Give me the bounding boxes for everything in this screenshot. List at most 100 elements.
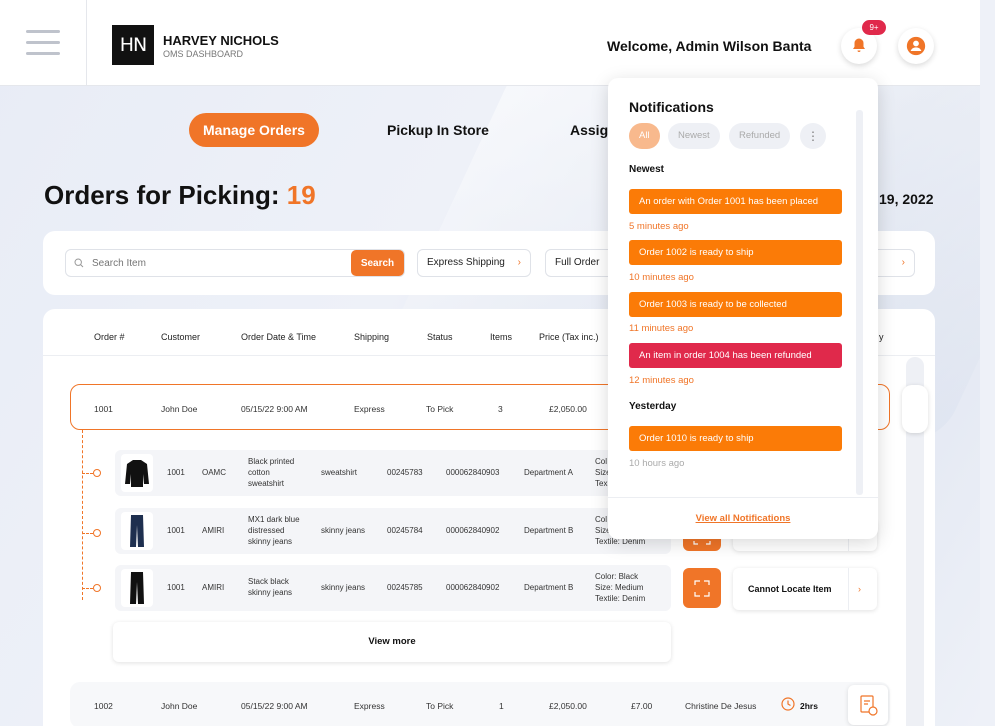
view-more-button[interactable]: View more: [113, 622, 671, 662]
cannot-locate-button[interactable]: Cannot Locate Item ›: [733, 568, 877, 610]
pick-task-button[interactable]: [848, 685, 888, 725]
brand-logo[interactable]: HN: [112, 25, 154, 65]
notif-filter-refunded[interactable]: Refunded: [729, 123, 791, 149]
order-item-row[interactable]: 1001 OAMC Black printed cotton sweatshir…: [115, 450, 671, 496]
chevron-right-icon: ›: [517, 257, 521, 268]
tree-connector: [82, 430, 83, 600]
item-department: Department A: [524, 468, 573, 477]
user-profile-button[interactable]: [898, 28, 934, 64]
user-icon: [906, 36, 926, 56]
item-name-line: sweatshirt: [248, 479, 285, 488]
notification-item[interactable]: An order with Order 1001 has been placed: [629, 189, 842, 214]
column-header: Shipping: [354, 332, 390, 342]
chevron-right-icon[interactable]: ›: [858, 568, 861, 610]
item-sku: 00245783: [387, 468, 423, 477]
more-options-icon[interactable]: ⋮: [800, 123, 826, 149]
item-attribute: Tex: [595, 479, 608, 488]
cannot-locate-label: Cannot Locate Item: [748, 584, 832, 594]
item-sku: 00245785: [387, 583, 423, 592]
item-name-line: Stack black: [248, 577, 289, 586]
order-item-row[interactable]: 1001 AMIRI Stack black skinny jeans skin…: [115, 565, 671, 611]
search-icon: [74, 258, 84, 268]
order-date: 05/15/22 9:00 AM: [241, 701, 308, 711]
item-order-id: 1001: [167, 526, 185, 535]
brand-name: HARVEY NICHOLS: [163, 33, 279, 48]
page: HN HARVEY NICHOLS OMS DASHBOARD Welcome,…: [0, 0, 980, 726]
item-barcode: 000062840902: [446, 526, 500, 535]
item-brand: AMIRI: [202, 583, 225, 592]
item-type: skinny jeans: [321, 526, 366, 535]
search-button[interactable]: Search: [351, 250, 404, 276]
item-type: sweatshirt: [321, 468, 358, 477]
tab-assign[interactable]: Assig: [570, 113, 608, 147]
item-name-line: skinny jeans: [248, 588, 293, 597]
welcome-text: Welcome, Admin Wilson Banta: [607, 38, 812, 54]
notification-item[interactable]: An item in order 1004 has been refunded: [629, 343, 842, 368]
column-header: Order Date & Time: [241, 332, 317, 342]
notification-count-badge: 9+: [862, 20, 886, 35]
notifications-panel: Notifications All Newest Refunded ⋮ Newe…: [608, 78, 878, 539]
notification-time: 11 minutes ago: [629, 323, 694, 334]
shipping-filter-value: Express Shipping: [427, 257, 505, 268]
item-attribute: Col: [595, 457, 608, 466]
tab-manage-orders[interactable]: Manage Orders: [189, 113, 319, 147]
tree-connector: [82, 588, 93, 589]
section-label-yesterday: Yesterday: [629, 401, 677, 412]
column-header: y: [879, 332, 884, 342]
order-type-filter-select[interactable]: Full Order: [545, 249, 615, 277]
column-header: Price (Tax inc.): [539, 332, 599, 342]
scan-button[interactable]: [683, 568, 721, 608]
table-scrollbar[interactable]: [902, 357, 928, 726]
item-name-line: distressed: [248, 526, 285, 535]
hamburger-menu-icon[interactable]: [26, 30, 60, 58]
scrollbar-thumb[interactable]: [902, 385, 928, 433]
notification-item[interactable]: Order 1002 is ready to ship: [629, 240, 842, 265]
order-status: To Pick: [426, 701, 454, 711]
notification-time: 10 hours ago: [629, 458, 685, 469]
order-price: £2,050.00: [549, 404, 587, 414]
assignee-name: Christine De Jesus: [685, 701, 757, 711]
clipboard-clock-icon: [860, 695, 878, 716]
item-brand: AMIRI: [202, 526, 225, 535]
scan-icon: [694, 580, 710, 597]
date-label: 19, 2022: [879, 191, 934, 207]
page-title-text: Orders for Picking:: [44, 180, 287, 210]
search-input[interactable]: [92, 254, 342, 272]
item-name-line: Black printed: [248, 457, 295, 466]
item-department: Department B: [524, 583, 574, 592]
item-barcode: 000062840902: [446, 583, 500, 592]
notification-time: 12 minutes ago: [629, 375, 694, 386]
notification-item[interactable]: Order 1010 is ready to ship: [629, 426, 842, 451]
order-item-row[interactable]: 1001 AMIRI MX1 dark blue distressed skin…: [115, 508, 671, 554]
item-name-line: cotton: [248, 468, 270, 477]
table-row[interactable]: 1002 John Doe 05/15/22 9:00 AM Express T…: [70, 682, 890, 726]
clock-icon: [781, 697, 795, 711]
chevron-right-icon: ›: [901, 257, 905, 268]
notif-filter-newest[interactable]: Newest: [668, 123, 720, 149]
order-date: 05/15/22 9:00 AM: [241, 404, 308, 414]
shipping-filter-select[interactable]: Express Shipping ›: [417, 249, 531, 277]
order-price: £2,050.00: [549, 701, 587, 711]
item-attribute: Col: [595, 515, 608, 524]
notif-filter-all[interactable]: All: [629, 123, 660, 149]
tree-node: [93, 584, 101, 592]
bell-icon: [853, 38, 865, 52]
header-divider: [86, 0, 87, 86]
item-type: skinny jeans: [321, 583, 366, 592]
item-barcode: 000062840903: [446, 468, 500, 477]
brand-subtitle: OMS DASHBOARD: [163, 49, 244, 59]
notification-item[interactable]: Order 1003 is ready to be collected: [629, 292, 842, 317]
tree-connector: [82, 473, 93, 474]
tab-pickup-in-store[interactable]: Pickup In Store: [387, 113, 489, 147]
column-header: Customer: [161, 332, 201, 342]
item-attribute: Textile: Denim: [595, 594, 646, 603]
customer-name: John Doe: [161, 404, 198, 414]
notifications-scrollbar[interactable]: [856, 110, 863, 495]
item-attribute: Color: Black: [595, 572, 639, 581]
item-count: 3: [498, 404, 503, 414]
product-image: [121, 454, 153, 492]
order-id: 1002: [94, 701, 113, 711]
notification-time: 10 minutes ago: [629, 272, 694, 283]
view-all-notifications-link[interactable]: View all Notifications: [608, 497, 878, 539]
column-header: Items: [490, 332, 513, 342]
